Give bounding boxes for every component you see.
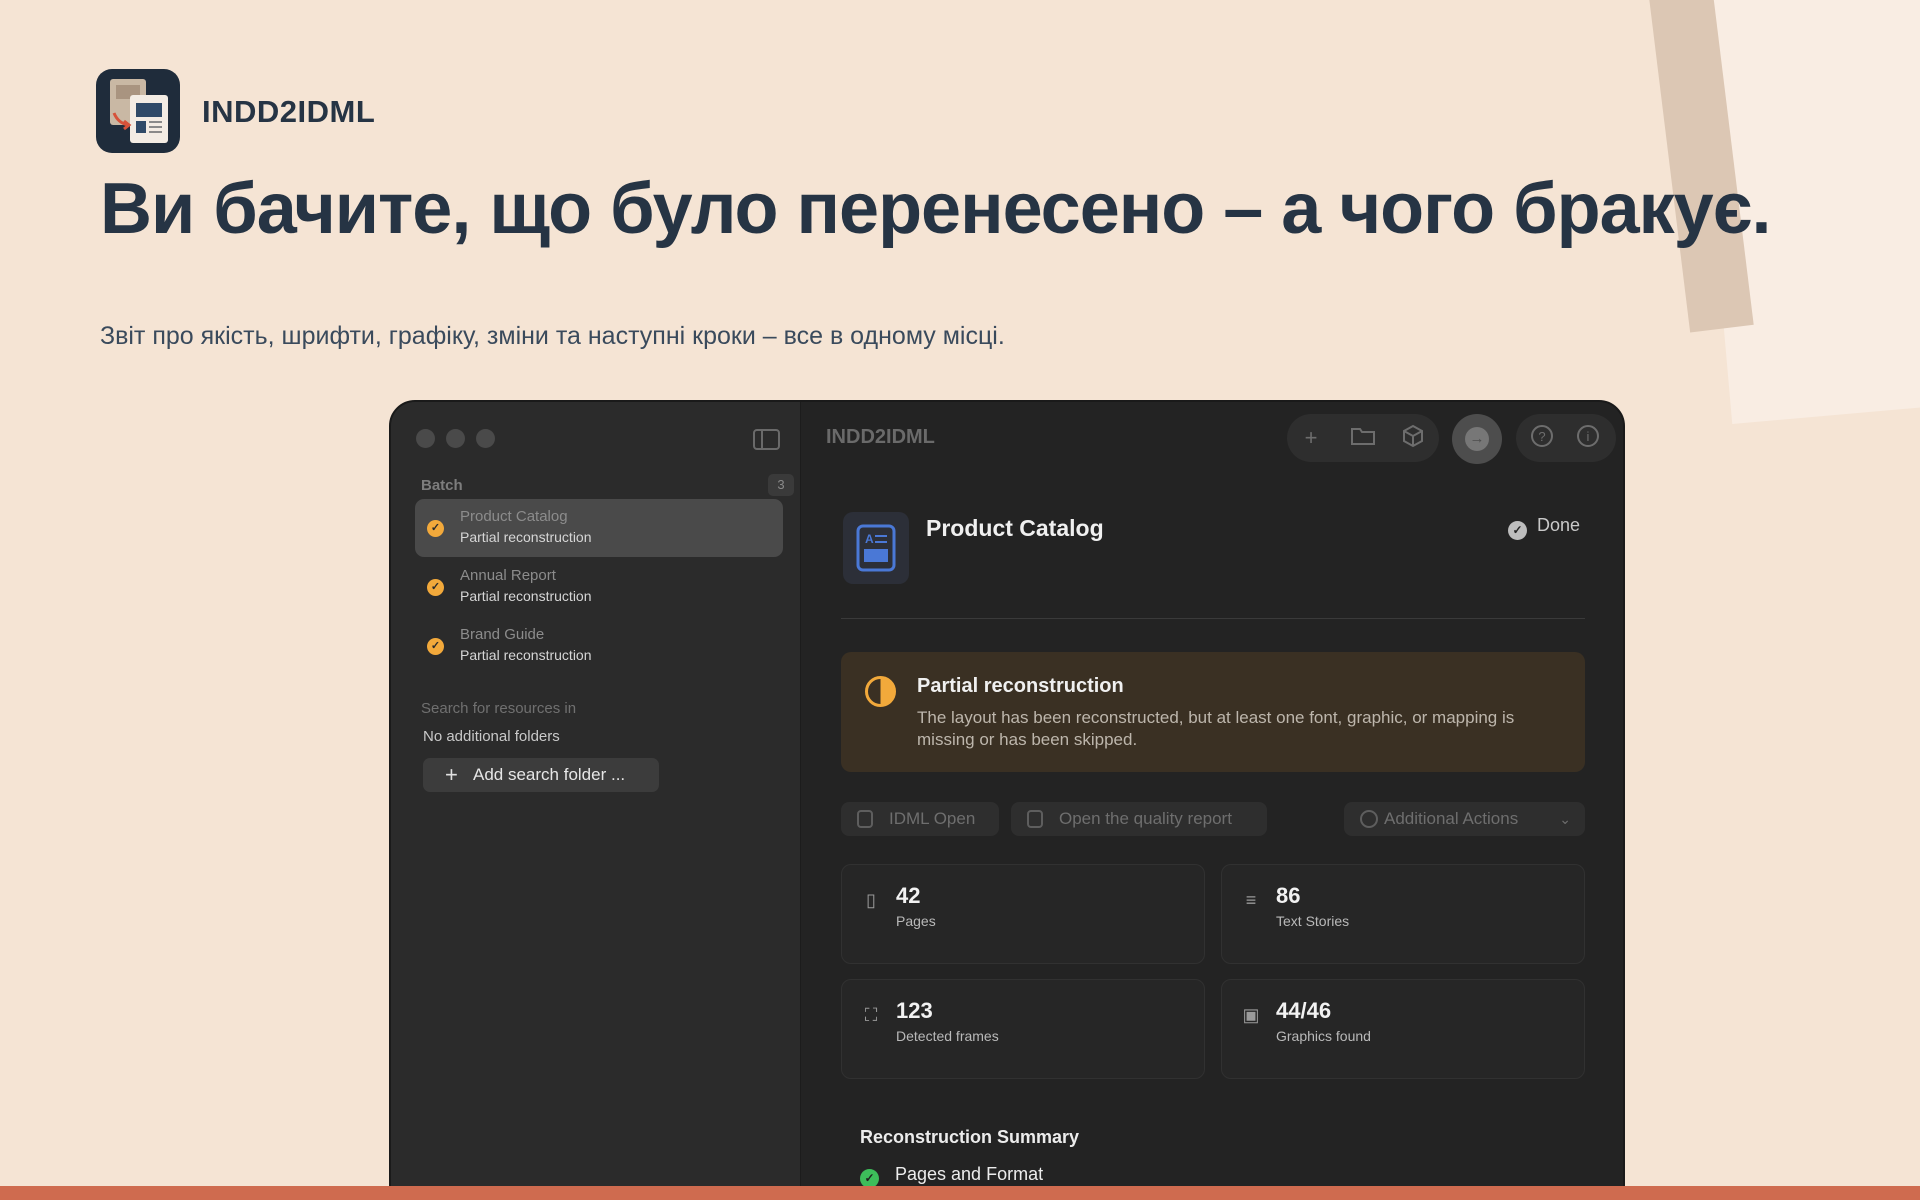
text-lines-icon: ≡: [1245, 890, 1257, 910]
batch-item-status: Partial reconstruction: [460, 588, 592, 604]
app-logo-icon: [96, 69, 180, 153]
add-icon[interactable]: +: [1297, 424, 1325, 452]
stat-card-pages: ▯ 42 Pages: [841, 864, 1205, 964]
stat-label: Detected frames: [896, 1028, 999, 1044]
check-icon: ✓: [427, 638, 444, 655]
stat-card-graphics: ▣ 44/46 Graphics found: [1221, 979, 1585, 1079]
banner-title: Partial reconstruction: [917, 675, 1124, 697]
toolbar-group-help: ? i: [1516, 414, 1616, 462]
quality-report-label: Open the quality report: [1059, 809, 1232, 828]
package-icon[interactable]: [1399, 424, 1427, 452]
stat-value: 44/46: [1276, 998, 1332, 1023]
stat-label: Graphics found: [1276, 1028, 1371, 1044]
check-icon: ✓: [427, 520, 444, 537]
check-icon: ✓: [1508, 521, 1527, 540]
summary-title: Reconstruction Summary: [860, 1127, 1080, 1147]
help-icon[interactable]: ?: [1528, 424, 1556, 452]
zoom-window-button[interactable]: [476, 429, 495, 448]
stat-value: 123: [896, 998, 933, 1023]
window-title: INDD2IDML: [826, 426, 935, 448]
batch-item-product-catalog[interactable]: ✓ Product Catalog Partial reconstruction: [415, 499, 783, 557]
stat-card-frames: ⛶ 123 Detected frames: [841, 979, 1205, 1079]
app-window: Batch 3 ✓ Product Catalog Partial recons…: [389, 400, 1625, 1200]
sidebar-toggle-icon[interactable]: [753, 429, 780, 450]
stat-card-text-stories: ≡ 86 Text Stories: [1221, 864, 1585, 964]
batch-item-annual-report[interactable]: ✓ Annual Report Partial reconstruction: [415, 558, 783, 616]
svg-text:?: ?: [1538, 429, 1545, 444]
batch-item-status: Partial reconstruction: [460, 647, 592, 663]
frame-icon: ⛶: [864, 1005, 878, 1025]
batch-item-title: Product Catalog: [460, 508, 568, 525]
summary-item-pages-format: ✓ Pages and Format: [860, 1164, 1043, 1188]
stat-label: Pages: [896, 913, 936, 929]
batch-item-title: Brand Guide: [460, 626, 545, 643]
chevron-down-icon: ⌄: [1559, 811, 1571, 827]
half-circle-icon: [865, 676, 896, 707]
info-icon[interactable]: i: [1574, 424, 1602, 452]
quality-report-button[interactable]: Open the quality report: [1011, 802, 1267, 836]
plus-icon: +: [445, 762, 458, 787]
search-resources-label: Search for resources in: [421, 700, 577, 717]
sidebar: Batch 3 ✓ Product Catalog Partial recons…: [391, 402, 801, 1200]
toolbar-group-file: +: [1287, 414, 1439, 462]
report-icon: [1027, 810, 1043, 828]
close-window-button[interactable]: [416, 429, 435, 448]
images-icon: ▣: [1242, 1005, 1260, 1025]
additional-actions-menu[interactable]: Additional Actions ⌄: [1344, 802, 1585, 836]
document-icon: A: [843, 512, 909, 584]
svg-text:i: i: [1587, 429, 1590, 444]
folder-icon[interactable]: [1349, 424, 1377, 452]
partial-reconstruction-banner: Partial reconstruction The layout has be…: [841, 652, 1585, 772]
summary-item-label: Pages and Format: [895, 1164, 1044, 1184]
hero-headline: Ви бачите, що було перенесено – а чого б…: [100, 169, 1771, 249]
batch-label: Batch: [421, 477, 463, 494]
minimize-window-button[interactable]: [446, 429, 465, 448]
status-label: Done: [1537, 515, 1581, 535]
document-title: Product Catalog: [926, 515, 1104, 541]
convert-button[interactable]: →: [1452, 414, 1502, 464]
banner-text: The layout has been reconstructed, but a…: [917, 708, 1515, 749]
additional-actions-label: Additional Actions: [1384, 809, 1519, 828]
open-external-icon: [857, 810, 873, 828]
idml-open-button[interactable]: IDML Open: [841, 802, 999, 836]
divider: [841, 618, 1585, 619]
check-icon: ✓: [427, 579, 444, 596]
page-icon: ▯: [866, 890, 876, 910]
stat-value: 86: [1276, 883, 1301, 908]
app-name: INDD2IDML: [202, 94, 376, 129]
batch-count-badge: 3: [768, 474, 794, 496]
stat-label: Text Stories: [1276, 913, 1350, 929]
add-search-folder-label: Add search folder ...: [473, 765, 626, 784]
batch-item-brand-guide[interactable]: ✓ Brand Guide Partial reconstruction: [415, 617, 783, 675]
arrow-right-icon: →: [1465, 427, 1489, 451]
add-search-folder-button[interactable]: + Add search folder ...: [423, 758, 659, 792]
more-icon: [1360, 810, 1378, 828]
status-badge: ✓ Done: [1508, 515, 1580, 540]
bottom-accent-strip: [0, 1186, 1920, 1200]
hero-subline: Звіт про якість, шрифти, графіку, зміни …: [100, 322, 1005, 350]
svg-text:A: A: [865, 532, 874, 546]
batch-item-title: Annual Report: [460, 567, 556, 584]
stat-value: 42: [896, 883, 921, 908]
no-folders-text: No additional folders: [423, 728, 560, 745]
batch-item-status: Partial reconstruction: [460, 529, 592, 545]
idml-open-label: IDML Open: [889, 809, 976, 828]
